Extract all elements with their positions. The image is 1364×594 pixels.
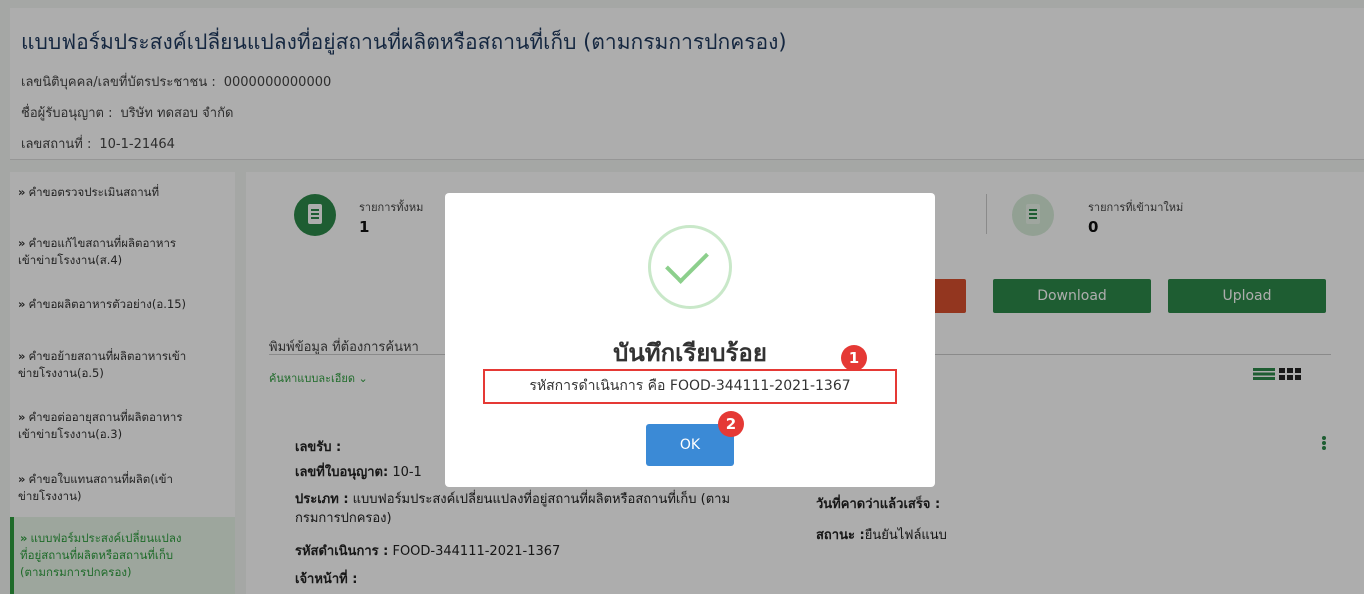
annotation-badge-1: 1 (841, 345, 867, 371)
dialog-message: รหัสการดำเนินการ คือ FOOD-344111-2021-13… (483, 369, 897, 404)
success-check-icon (648, 225, 732, 309)
annotation-badge-2: 2 (718, 411, 744, 437)
success-dialog: บันทึกเรียบร้อย รหัสการดำเนินการ คือ FOO… (445, 193, 935, 487)
